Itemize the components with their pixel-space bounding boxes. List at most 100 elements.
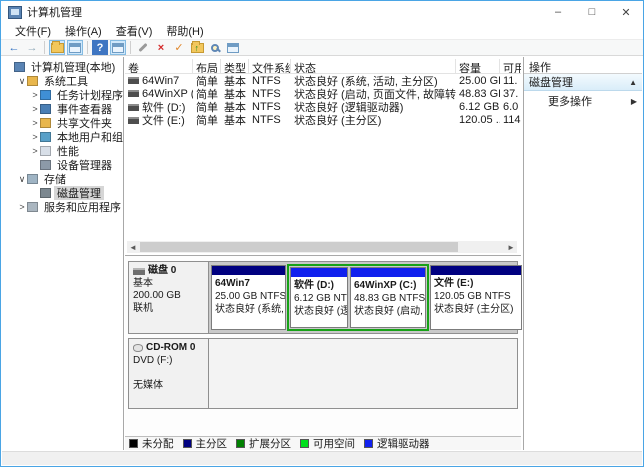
check-icon[interactable]: ✓ bbox=[171, 40, 187, 55]
cdrom-label[interactable]: CD-ROM 0 DVD (F:) 无媒体 bbox=[129, 339, 209, 408]
scrollbar-thumb[interactable] bbox=[140, 242, 458, 252]
extended-partition-border: 软件 (D:)6.12 GB NTFS状态良好 (逻辑64WinXP (C:)4… bbox=[287, 264, 429, 331]
partition-64winxpc[interactable]: 64WinXP (C:)48.83 GB NTFS状态良好 (启动, 页 bbox=[350, 267, 426, 328]
menu-bar: 文件(F)操作(A)查看(V)帮助(H) bbox=[1, 23, 643, 39]
menu-item[interactable]: 帮助(H) bbox=[159, 23, 210, 39]
scroll-left-icon[interactable]: ◄ bbox=[127, 243, 139, 252]
partition-d[interactable]: 软件 (D:)6.12 GB NTFS状态良好 (逻辑 bbox=[290, 267, 348, 328]
console-window-icon[interactable] bbox=[67, 40, 83, 55]
toolbar-separator bbox=[130, 41, 131, 54]
actions-pane: 操作 磁盘管理 ▲ 更多操作 ▶ bbox=[523, 57, 642, 450]
window-title: 计算机管理 bbox=[27, 4, 541, 20]
menu-item[interactable]: 操作(A) bbox=[58, 23, 109, 39]
partition-64win7[interactable]: 64Win725.00 GB NTFS状态良好 (系统, 活 bbox=[211, 265, 286, 330]
task-scheduler-icon bbox=[40, 90, 51, 100]
volume-icon bbox=[128, 77, 139, 84]
actions-disk-management-section[interactable]: 磁盘管理 ▲ bbox=[524, 74, 642, 91]
show-console-tree-icon[interactable] bbox=[49, 40, 65, 55]
expander-icon[interactable]: > bbox=[30, 146, 40, 156]
storage-icon bbox=[27, 174, 38, 184]
toolbar: ←→? ×✓↑ bbox=[1, 39, 643, 56]
column-header-free[interactable]: 可用 bbox=[500, 59, 521, 73]
expander-icon[interactable]: > bbox=[30, 90, 40, 100]
table-row[interactable]: 文件 (E:)简单基本NTFS状态良好 (主分区)120.05 ...114 bbox=[125, 113, 521, 126]
expander-icon[interactable]: > bbox=[30, 118, 40, 128]
tree-item-performance[interactable]: > 性能 bbox=[2, 144, 123, 158]
cell-free: 6.0 bbox=[500, 101, 521, 113]
column-header-type[interactable]: 类型 bbox=[221, 59, 249, 73]
tree-item-disk-management[interactable]: 磁盘管理 bbox=[2, 186, 123, 200]
folder-up-icon[interactable]: ↑ bbox=[189, 40, 205, 55]
menu-item[interactable]: 查看(V) bbox=[109, 23, 160, 39]
tree-item-label: 计算机管理(本地) bbox=[28, 60, 118, 74]
collapse-icon[interactable]: ▲ bbox=[629, 78, 637, 87]
cdrom-status: 无媒体 bbox=[133, 380, 204, 393]
legend-label: 可用空间 bbox=[313, 436, 355, 451]
tree-item-local-users-groups[interactable]: >本地用户和组 bbox=[2, 130, 123, 144]
partition-type-bar bbox=[351, 268, 425, 277]
cdrom-strip: CD-ROM 0 DVD (F:) 无媒体 bbox=[128, 338, 518, 409]
tree-item-system-tools[interactable]: ∨系统工具 bbox=[2, 74, 123, 88]
more-actions-item[interactable]: 更多操作 ▶ bbox=[524, 91, 642, 111]
partition-e[interactable]: 文件 (E:)120.05 GB NTFS状态良好 (主分区) bbox=[430, 265, 522, 330]
tree-item-task-scheduler[interactable]: > 任务计划程序 bbox=[2, 88, 123, 102]
cdrom-empty-area bbox=[209, 339, 517, 408]
tree-item-label: 磁盘管理 bbox=[54, 186, 104, 200]
volume-icon bbox=[128, 104, 139, 111]
expander-icon[interactable]: ∨ bbox=[17, 174, 27, 185]
tree-item-services-applications[interactable]: >服务和应用程序 bbox=[2, 200, 123, 214]
cd-rom-icon bbox=[133, 344, 143, 352]
cell-capacity: 6.12 GB bbox=[456, 101, 500, 113]
cell-fs: NTFS bbox=[249, 75, 291, 87]
computer-icon bbox=[14, 62, 25, 72]
legend-color-swatch bbox=[300, 439, 309, 448]
column-header-volume[interactable]: 卷 bbox=[125, 59, 193, 73]
help-icon[interactable]: ? bbox=[92, 40, 108, 55]
properties-window-icon[interactable] bbox=[110, 40, 126, 55]
volume-icon bbox=[128, 117, 139, 124]
disk0-strip: 磁盘 0 基本 200.00 GB 联机 64Win725.00 GB NTFS… bbox=[128, 261, 518, 334]
cell-capacity: 48.83 GB bbox=[456, 88, 500, 100]
expander-icon[interactable]: > bbox=[30, 104, 40, 114]
graphical-view-pane: 磁盘 0 基本 200.00 GB 联机 64Win725.00 GB NTFS… bbox=[125, 255, 521, 450]
expander-icon[interactable]: > bbox=[30, 132, 40, 142]
column-header-status[interactable]: 状态 bbox=[291, 59, 456, 73]
cell-free: 114 bbox=[500, 114, 521, 126]
maximize-button[interactable]: □ bbox=[575, 1, 609, 23]
cell-free: 37. bbox=[500, 88, 521, 100]
expander-icon[interactable]: > bbox=[17, 202, 27, 212]
tree-item-label: 性能 bbox=[54, 144, 82, 158]
cell-volume: 64Win7 bbox=[125, 75, 193, 87]
view-window-icon[interactable] bbox=[225, 40, 241, 55]
delete-icon[interactable]: × bbox=[153, 40, 169, 55]
column-header-capacity[interactable]: 容量 bbox=[456, 59, 500, 73]
tree-item-device-manager[interactable]: 设备管理器 bbox=[2, 158, 123, 172]
forward-icon[interactable]: → bbox=[24, 40, 40, 55]
console-tree-pane: 计算机管理(本地)∨系统工具>任务计划程序>事件查看器>共享文件夹>本地用户和组… bbox=[2, 57, 124, 450]
tree-item-shared-folders[interactable]: > 共享文件夹 bbox=[2, 116, 123, 130]
scroll-right-icon[interactable]: ► bbox=[505, 243, 517, 252]
cell-fs: NTFS bbox=[249, 88, 291, 100]
menu-item[interactable]: 文件(F) bbox=[8, 23, 58, 39]
tree-item-computer[interactable]: 计算机管理(本地) bbox=[2, 60, 123, 74]
disk-management-pane: 卷布局类型文件系统状态容量可用 64Win7简单基本NTFS状态良好 (系统, … bbox=[125, 57, 521, 450]
tree-item-label: 任务计划程序 bbox=[54, 88, 123, 102]
performance-icon bbox=[40, 146, 51, 156]
column-header-layout[interactable]: 布局 bbox=[193, 59, 221, 73]
tree-item-event-viewer[interactable]: >事件查看器 bbox=[2, 102, 123, 116]
legend-color-swatch bbox=[236, 439, 245, 448]
cell-volume: 文件 (E:) bbox=[125, 112, 193, 128]
legend-item: 逻辑驱动器 bbox=[364, 436, 430, 451]
expander-icon[interactable]: ∨ bbox=[17, 76, 27, 87]
search-icon[interactable] bbox=[207, 40, 223, 55]
close-button[interactable]: ✕ bbox=[609, 1, 643, 23]
wrench-icon[interactable] bbox=[135, 40, 151, 55]
legend-item: 主分区 bbox=[183, 436, 228, 451]
back-icon[interactable]: ← bbox=[6, 40, 22, 55]
tree-item-label: 共享文件夹 bbox=[54, 116, 115, 130]
tree-item-storage[interactable]: ∨存储 bbox=[2, 172, 123, 186]
horizontal-scrollbar[interactable]: ◄ ► bbox=[127, 241, 517, 253]
disk0-label[interactable]: 磁盘 0 基本 200.00 GB 联机 bbox=[129, 262, 209, 333]
minimize-button[interactable]: – bbox=[541, 1, 575, 23]
column-header-fs[interactable]: 文件系统 bbox=[249, 59, 291, 73]
